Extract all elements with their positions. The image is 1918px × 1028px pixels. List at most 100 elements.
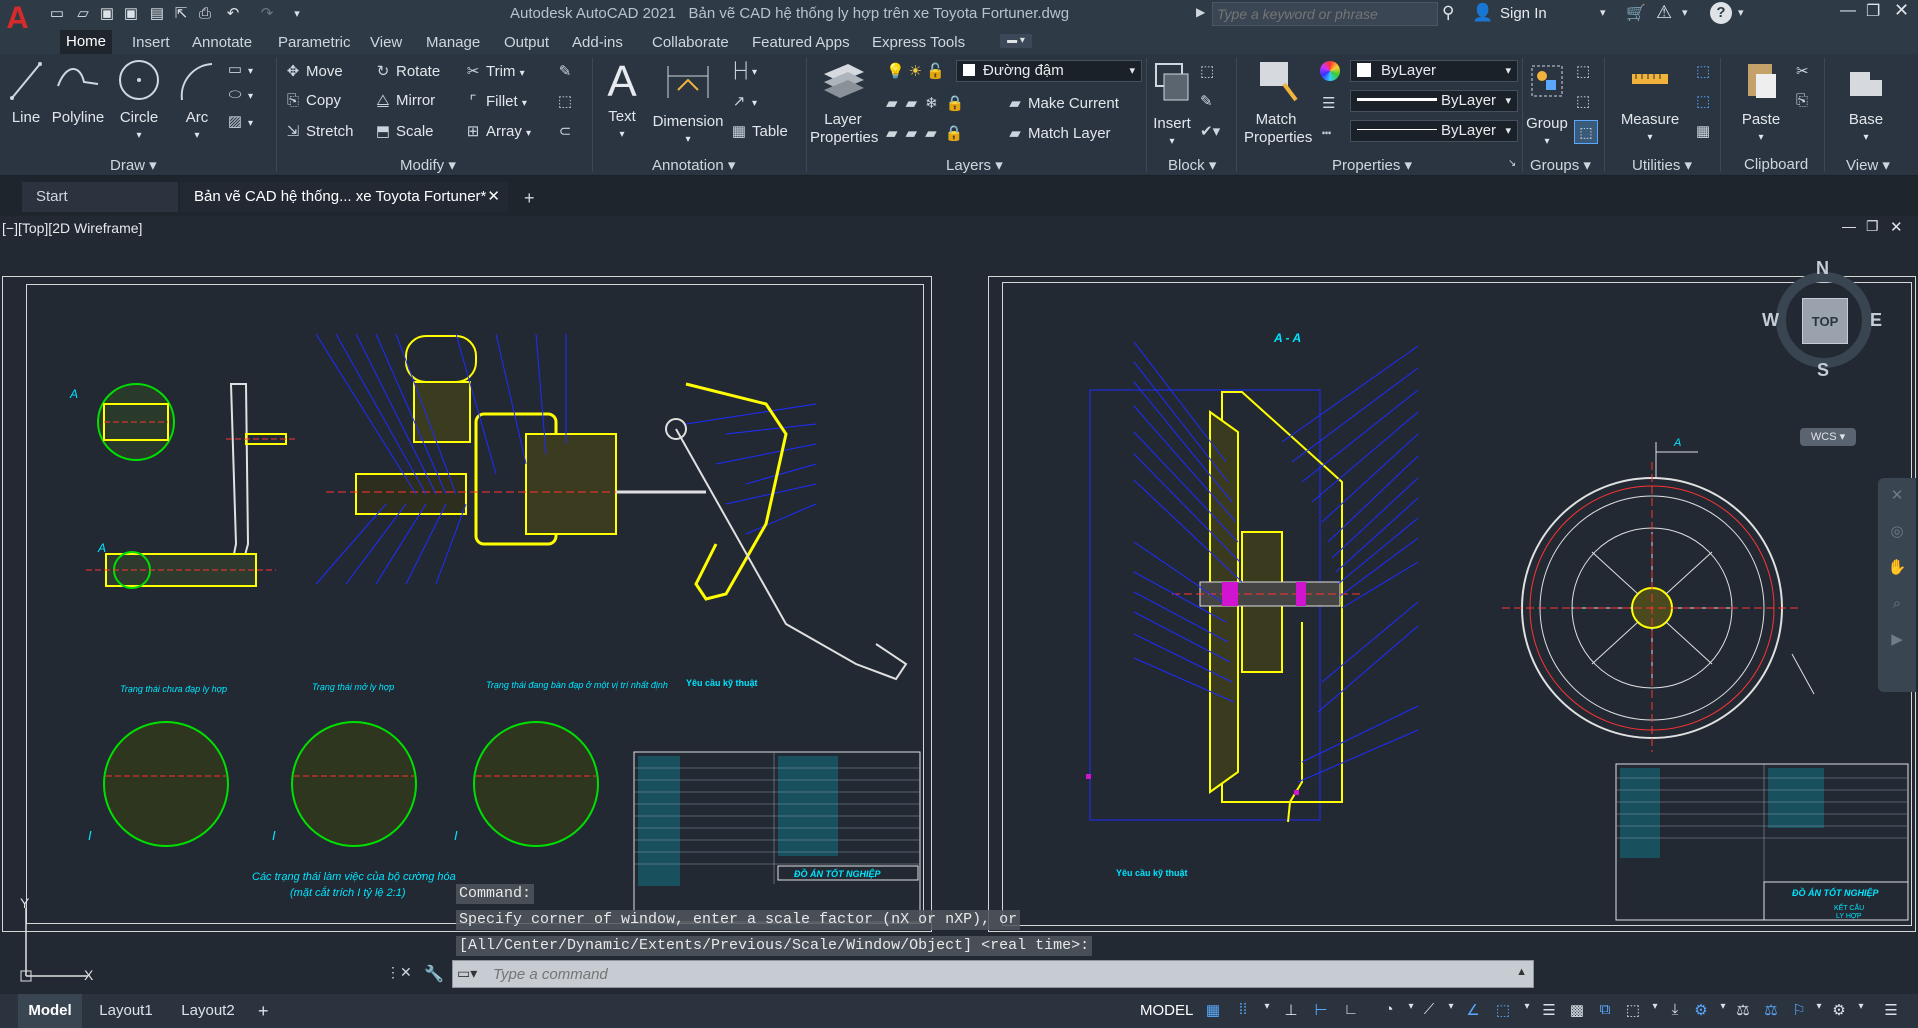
tab-add-ins[interactable]: Add-ins — [566, 32, 629, 54]
group-dropdown-icon[interactable]: ▾ — [1526, 133, 1568, 151]
view-panel-title[interactable]: View ▾ — [1846, 156, 1890, 174]
viewcube[interactable]: N S E W TOP — [1762, 258, 1882, 380]
dimension-dropdown-icon[interactable]: ▾ — [650, 131, 726, 149]
mirror-button[interactable]: ⧋ Mirror — [374, 92, 435, 109]
layer-tools-row3[interactable]: ▰▰▰🔒 — [886, 124, 971, 142]
workspace-dropdown-icon[interactable]: ▾ — [1850, 1001, 1872, 1021]
cart-icon[interactable]: 🛒 — [1626, 3, 1646, 23]
tab-model[interactable]: Model — [18, 994, 82, 1028]
draw-panel-title[interactable]: Draw ▾ — [110, 156, 157, 174]
match-properties-button[interactable]: Match Properties — [1244, 56, 1312, 147]
snap-dropdown-icon[interactable]: ▾ — [1256, 1001, 1278, 1021]
annotation-scale-icon[interactable]: ⚖ — [1760, 1001, 1782, 1021]
tab-manage[interactable]: Manage — [420, 32, 486, 54]
insert-dropdown-icon[interactable]: ▾ — [1150, 133, 1194, 151]
new-tab-icon[interactable]: + — [524, 188, 535, 209]
fillet-button[interactable]: ⌜ Fillet ▾ — [464, 92, 526, 110]
drawing-canvas[interactable]: [−][Top][2D Wireframe] — ❐ ✕ A A I I I T… — [0, 216, 1918, 994]
restore-icon[interactable]: ❐ — [1866, 1, 1880, 21]
help-icon[interactable]: ? — [1710, 2, 1732, 24]
search-expand-icon[interactable]: ▶ — [1196, 5, 1205, 19]
paste-button[interactable]: Paste ▾ — [1736, 56, 1786, 147]
polar-tracking-icon[interactable]: ◔ — [1378, 1001, 1400, 1021]
snap-icon[interactable]: ⁞⁞ — [1232, 1001, 1254, 1021]
explode-button[interactable]: ⬚ — [556, 92, 578, 110]
modify-panel-title[interactable]: Modify ▾ — [400, 156, 456, 174]
customization-icon[interactable]: ☰ — [1880, 1001, 1902, 1021]
layer-tools-row2[interactable]: ▰▰❄🔒 — [886, 94, 972, 112]
undo-icon[interactable]: ↶ — [222, 4, 244, 24]
model-space-toggle[interactable]: MODEL — [1140, 994, 1193, 1028]
text-dropdown-icon[interactable]: ▾ — [602, 126, 642, 144]
tab-view[interactable]: View — [364, 32, 408, 54]
close-icon[interactable]: ✕ — [1894, 0, 1909, 21]
3d-osnap-icon[interactable]: ⬚ — [1622, 1001, 1644, 1021]
tab-output[interactable]: Output — [498, 32, 555, 54]
search-icon[interactable]: ⚲ — [1442, 3, 1454, 23]
viewport-restore-icon[interactable]: ❐ — [1866, 218, 1879, 235]
polyline-button[interactable]: Polyline — [50, 56, 106, 127]
command-history-toggle-icon[interactable]: ▲ — [1516, 966, 1527, 978]
infer-constraints-icon[interactable]: ⊥ — [1280, 1001, 1302, 1021]
layer-dropdown[interactable]: Đường đậm ▾ — [956, 60, 1142, 82]
text-button[interactable]: A Text ▾ — [602, 56, 642, 144]
hatch-button[interactable]: ▨ ▾ — [226, 112, 253, 130]
3d-osnap-dropdown-icon[interactable]: ▾ — [1644, 1001, 1666, 1021]
paste-dropdown-icon[interactable]: ▾ — [1736, 129, 1786, 147]
workspace-switch-icon[interactable]: ⚙ — [1828, 1001, 1850, 1021]
tab-layout1[interactable]: Layout1 — [88, 994, 164, 1028]
save-icon[interactable]: ▣ — [96, 4, 118, 24]
app-dropdown-icon[interactable]: ▾ — [1682, 6, 1688, 19]
copy-button[interactable]: ⎘ Copy — [284, 92, 341, 109]
command-line-close-icon[interactable]: ⋮✕ — [386, 964, 412, 981]
color-wheel-icon[interactable] — [1320, 61, 1340, 81]
array-button[interactable]: ⊞ Array ▾ — [464, 122, 531, 140]
stretch-button[interactable]: ⇲ Stretch — [284, 122, 354, 140]
dynamic-ucs-icon[interactable]: ⤓ — [1664, 1001, 1686, 1021]
table-button[interactable]: ▦ Table — [730, 122, 788, 140]
make-current-button[interactable]: ▰ Make Current — [1006, 94, 1119, 112]
select-all-icon[interactable]: ⬚ — [1696, 92, 1710, 110]
offset-button[interactable]: ⊂ — [556, 122, 578, 140]
edit-block-icon[interactable]: ✎ — [1200, 92, 1213, 110]
rotate-button[interactable]: ↻ Rotate — [374, 62, 441, 80]
group-button[interactable]: Group ▾ — [1526, 56, 1568, 151]
dynamic-input-icon[interactable]: ⊢ — [1310, 1001, 1332, 1021]
rectangle-button[interactable]: ▭ ▾ — [226, 60, 253, 78]
trim-button[interactable]: ✂ Trim ▾ — [464, 62, 525, 80]
tab-home[interactable]: Home — [60, 30, 113, 54]
plot-icon[interactable]: ⎙ — [194, 4, 216, 24]
command-input[interactable] — [493, 964, 1493, 984]
osnap-dropdown-icon[interactable]: ▾ — [1516, 1001, 1538, 1021]
match-layer-button[interactable]: ▰ Match Layer — [1006, 124, 1110, 142]
properties-launcher-icon[interactable]: ↘ — [1508, 158, 1516, 169]
compass-east[interactable]: E — [1870, 310, 1882, 331]
viewport-close-icon[interactable]: ✕ — [1890, 218, 1903, 236]
add-layout-icon[interactable]: + — [258, 994, 269, 1028]
search-box[interactable] — [1212, 2, 1438, 26]
circle-dropdown-icon[interactable]: ▾ — [116, 127, 162, 145]
arc-dropdown-icon[interactable]: ▾ — [174, 127, 220, 145]
annotation-scale-dropdown-icon[interactable]: ▾ — [1808, 1001, 1830, 1021]
measure-dropdown-icon[interactable]: ▾ — [1612, 129, 1688, 147]
group-edit-icon[interactable]: ⬚ — [1576, 92, 1590, 110]
close-tab-icon[interactable]: ✕ — [487, 182, 500, 212]
utilities-panel-title[interactable]: Utilities ▾ — [1632, 156, 1692, 174]
move-button[interactable]: ✥ Move — [284, 62, 343, 80]
annotation-monitor-icon[interactable]: ⚐ — [1788, 1001, 1810, 1021]
lineweight-dropdown[interactable]: ByLayer ▾ — [1350, 90, 1518, 112]
wcs-menu[interactable]: WCS ▾ — [1800, 428, 1856, 446]
tab-featured-apps[interactable]: Featured Apps — [746, 32, 856, 54]
compass-west[interactable]: W — [1762, 310, 1779, 331]
save-as-icon[interactable]: ▣ — [120, 4, 142, 24]
layers-panel-title[interactable]: Layers ▾ — [946, 156, 1003, 174]
insert-block-button[interactable]: Insert ▾ — [1150, 56, 1194, 151]
viewport-controls[interactable]: [−][Top][2D Wireframe] — [2, 220, 142, 236]
line-button[interactable]: Line — [6, 56, 46, 127]
search-input[interactable] — [1213, 3, 1433, 25]
edit-attributes-icon[interactable]: ✔▾ — [1200, 122, 1220, 140]
measure-button[interactable]: Measure ▾ — [1612, 56, 1688, 147]
ungroup-icon[interactable]: ⬚ — [1576, 62, 1590, 80]
open-web-icon[interactable]: ▤ — [146, 4, 168, 24]
qnew-icon[interactable]: ▭ — [46, 4, 68, 24]
